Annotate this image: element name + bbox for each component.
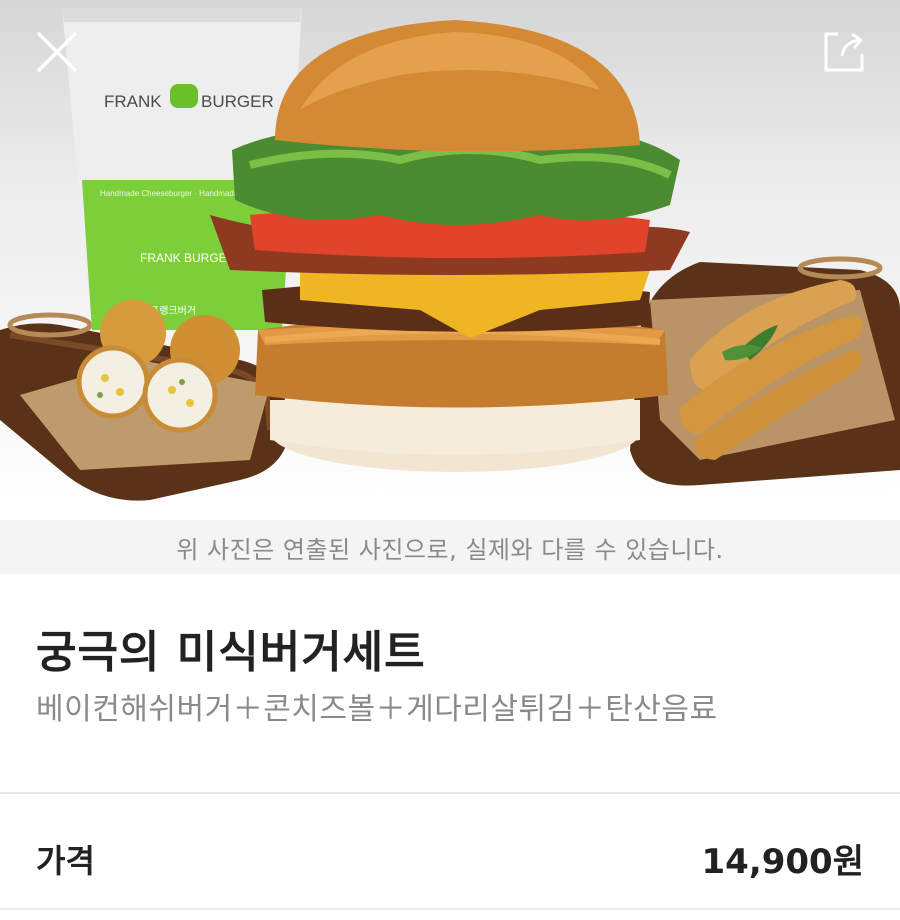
cup-brand-text: FRANK <box>104 92 162 111</box>
price-label: 가격 <box>36 842 95 880</box>
hero-image: FRANK BURGER Handmade Cheeseburger · Han… <box>0 0 900 520</box>
product-photo: FRANK BURGER Handmade Cheeseburger · Han… <box>0 8 900 501</box>
close-icon <box>37 32 77 72</box>
right-board <box>630 256 900 486</box>
product-description: 베이컨해쉬버거＋콘치즈볼＋게다리살튀김＋탄산음료 <box>36 692 718 727</box>
share-icon <box>824 32 864 72</box>
share-button[interactable] <box>818 26 866 74</box>
section-divider <box>0 792 900 794</box>
price-row: 가격 14,900원 <box>0 830 900 886</box>
close-button[interactable] <box>33 28 81 76</box>
product-title: 궁극의 미식버거세트 <box>36 627 426 678</box>
cup-brand-text-2: BURGER <box>201 92 274 111</box>
price-value: 14,900원 <box>701 842 864 882</box>
cup-brand-small: FRANK BURGER <box>140 251 236 265</box>
bottom-divider <box>0 908 900 910</box>
photo-disclaimer: 위 사진은 연출된 사진으로, 실제와 다를 수 있습니다. <box>0 520 900 574</box>
